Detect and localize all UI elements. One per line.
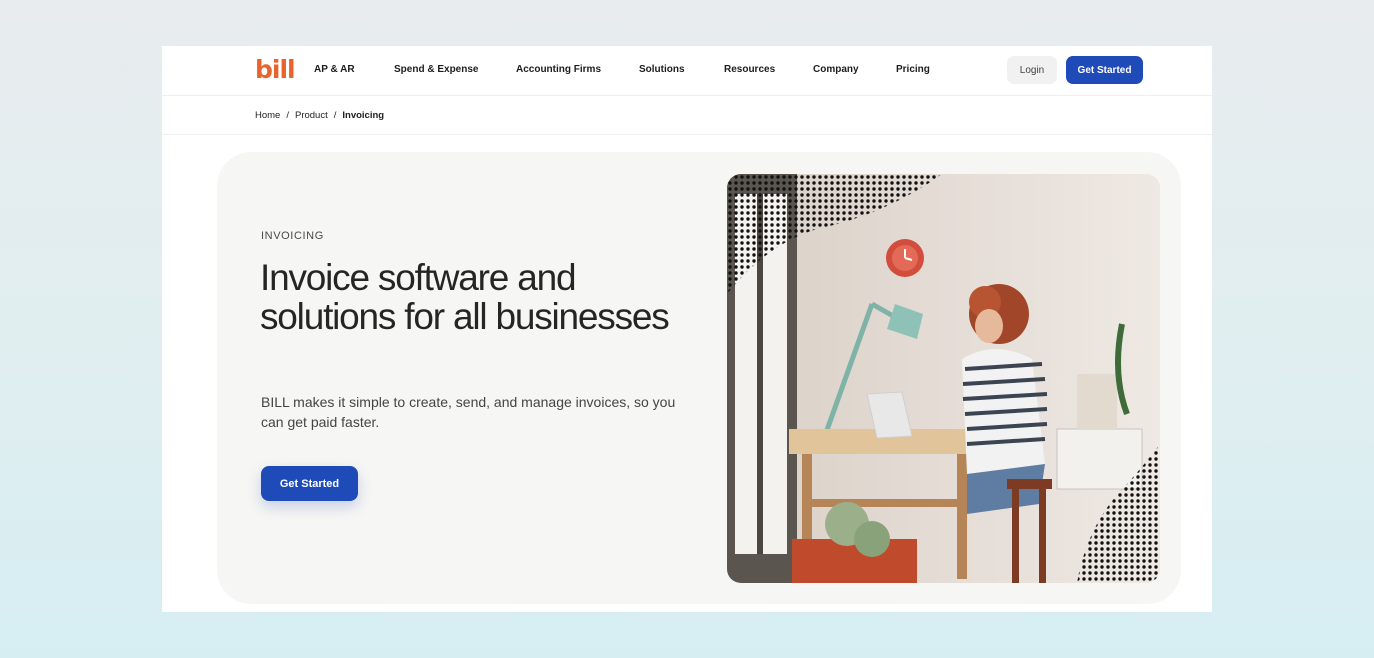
hero-get-started-button[interactable]: Get Started (261, 466, 358, 501)
hero-section: INVOICING Invoice software and solutions… (217, 152, 1181, 604)
page: bill AP & AR Spend & Expense Accounting … (162, 46, 1212, 612)
nav-item-solutions[interactable]: Solutions (639, 63, 685, 77)
hero-subtext: BILL makes it simple to create, send, an… (261, 394, 676, 430)
breadcrumb-current: Invoicing (342, 110, 385, 121)
nav-item-resources[interactable]: Resources (724, 63, 775, 77)
breadcrumb: Home / Product / Invoicing (255, 109, 384, 123)
bill-logo[interactable]: bill (255, 54, 296, 86)
top-nav: bill AP & AR Spend & Expense Accounting … (162, 46, 1212, 96)
breadcrumb-separator: / (286, 110, 289, 121)
hero-headline: Invoice software and solutions for all b… (260, 257, 670, 337)
hero-illustration (727, 174, 1160, 583)
breadcrumb-home[interactable]: Home (255, 109, 280, 123)
breadcrumb-divider (162, 134, 1212, 135)
hero-image (727, 174, 1160, 583)
nav-item-spend-expense[interactable]: Spend & Expense (394, 63, 478, 77)
nav-item-company[interactable]: Company (813, 63, 859, 77)
login-button[interactable]: Login (1007, 56, 1057, 84)
breadcrumb-product[interactable]: Product (295, 109, 328, 123)
hero-eyebrow: INVOICING (261, 230, 324, 242)
nav-item-accounting-firms[interactable]: Accounting Firms (516, 63, 601, 77)
nav-get-started-button[interactable]: Get Started (1066, 56, 1143, 84)
nav-item-ap-ar[interactable]: AP & AR (314, 63, 355, 77)
nav-item-pricing[interactable]: Pricing (896, 63, 930, 77)
breadcrumb-separator: / (333, 110, 337, 121)
